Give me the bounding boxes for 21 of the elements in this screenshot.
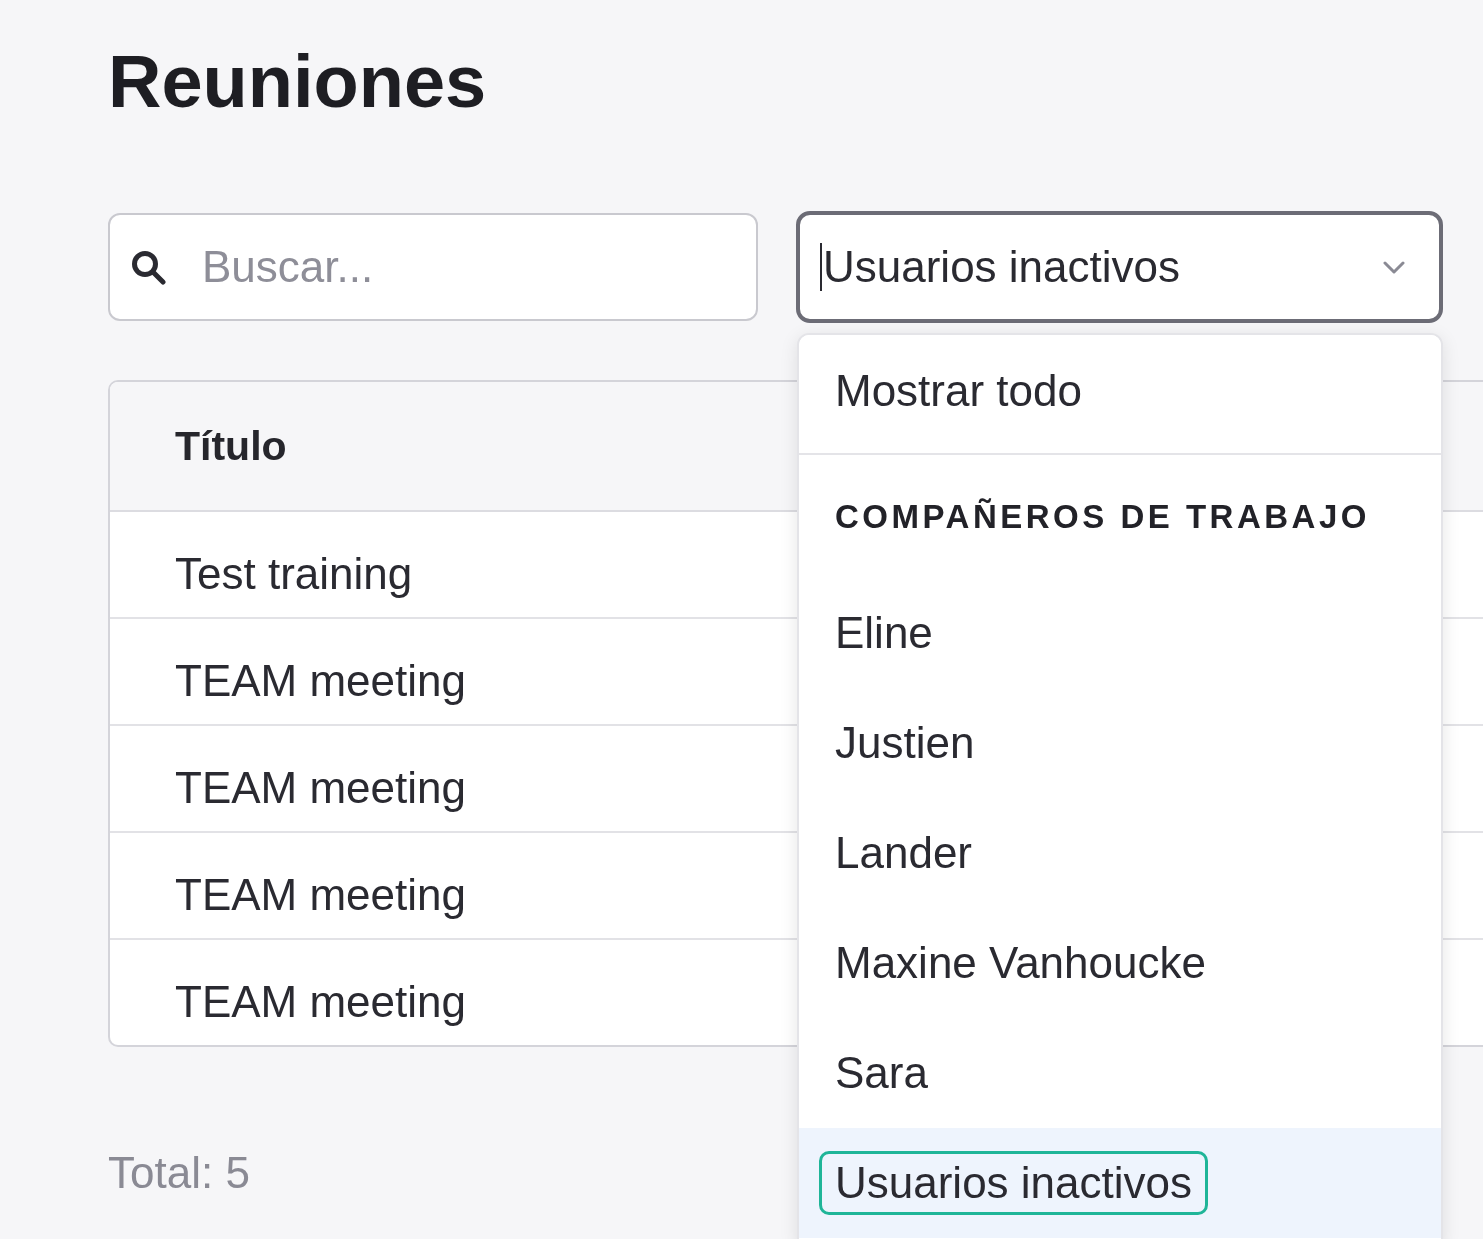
table-cell-text: Test training bbox=[174, 547, 414, 600]
search-icon bbox=[130, 249, 166, 285]
table-cell-text: TEAM meeting bbox=[174, 654, 467, 707]
dropdown-option[interactable]: Eline bbox=[799, 578, 1441, 688]
dropdown-option[interactable]: Justien bbox=[799, 688, 1441, 798]
total-count: Total: 5 bbox=[108, 1147, 250, 1199]
dropdown-option[interactable]: Lander bbox=[799, 798, 1441, 908]
group-header: COMPAÑEROS DE TRABAJO bbox=[835, 497, 1370, 536]
dropdown-option[interactable]: Usuarios inactivos bbox=[799, 1128, 1441, 1238]
table-cell-text: TEAM meeting bbox=[174, 868, 467, 921]
dropdown-option[interactable]: Mostrar todo bbox=[799, 335, 1441, 453]
search-field[interactable]: Buscar... bbox=[108, 213, 758, 321]
dropdown-option[interactable]: Maxine Vanhoucke bbox=[799, 908, 1441, 1018]
page-title: Reuniones bbox=[108, 45, 487, 119]
table-cell-text: TEAM meeting bbox=[174, 761, 467, 814]
filter-select[interactable]: Usuarios inactivos bbox=[796, 211, 1443, 323]
text-cursor-icon bbox=[820, 243, 822, 291]
chevron-down-icon bbox=[1383, 260, 1405, 274]
column-header: Título bbox=[174, 421, 288, 471]
dropdown-option[interactable]: Sara bbox=[799, 1018, 1441, 1128]
table-cell-text: TEAM meeting bbox=[174, 975, 467, 1028]
